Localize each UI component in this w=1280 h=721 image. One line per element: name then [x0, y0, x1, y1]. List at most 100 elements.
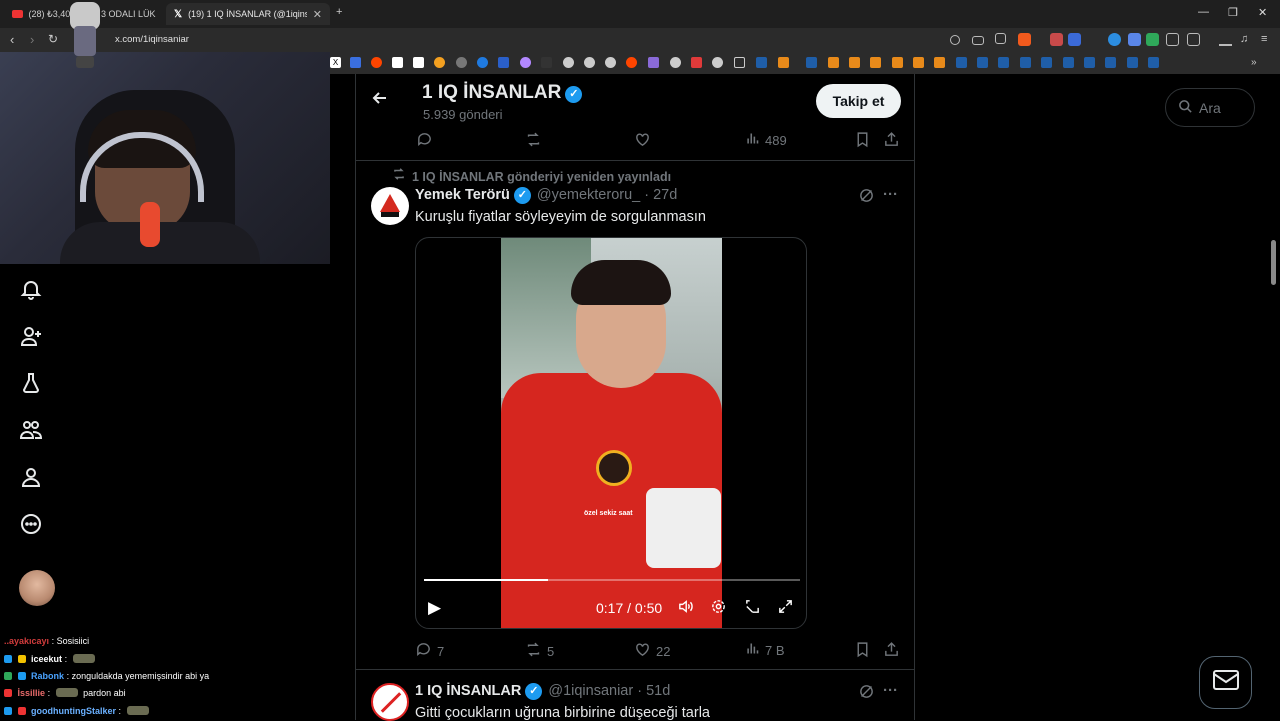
fullscreen-icon[interactable] [777, 598, 794, 619]
bookmark-steam-icon[interactable] [956, 57, 967, 68]
grok-icon[interactable] [858, 187, 875, 208]
bookmark-icon[interactable] [778, 57, 789, 68]
follow-user-icon[interactable] [19, 324, 43, 348]
repost-icon[interactable] [525, 131, 542, 152]
sidebar-icon[interactable] [1187, 33, 1200, 46]
extension-icon[interactable] [1068, 33, 1081, 46]
extension-icon[interactable] [1050, 33, 1063, 46]
video-player[interactable]: özel sekiz saat ▶ 0:17 / 0:50 [415, 237, 807, 629]
bookmark-steam-icon[interactable] [1063, 57, 1074, 68]
more-bookmarks-icon[interactable]: » [1251, 57, 1262, 68]
play-icon[interactable]: ▶ [428, 598, 441, 618]
bookmark-steam-icon[interactable] [1105, 57, 1116, 68]
address-bar[interactable]: x.com/1iqinsaniar [115, 34, 189, 45]
puzzle-icon[interactable] [1166, 33, 1179, 46]
tweet-author-handle[interactable]: @1iqinsaniar · 51d [548, 683, 670, 699]
bookmark-folder-icon[interactable] [734, 57, 745, 68]
bookmark-steam-icon[interactable] [1041, 57, 1052, 68]
bookmark-icon[interactable] [477, 57, 488, 68]
bookmark-icon[interactable] [392, 57, 403, 68]
tweet-author-handle[interactable]: @yemekteroru_ · 27d [537, 187, 677, 203]
bookmark-icon[interactable] [870, 57, 881, 68]
back-arrow-icon[interactable] [370, 88, 390, 114]
settings-gear-icon[interactable] [710, 598, 727, 619]
more-options-icon[interactable]: ··· [883, 682, 898, 699]
reply-button[interactable]: 7 [415, 641, 444, 662]
bookmark-icon[interactable] [855, 131, 870, 152]
tweet-author-name[interactable]: 1 IQ İNSANLAR [415, 683, 521, 699]
reload-icon[interactable]: ↻ [48, 32, 58, 46]
minimize-button[interactable]: — [1198, 6, 1209, 18]
tweet-author-name[interactable]: Yemek Terörü [415, 187, 510, 203]
share-icon[interactable] [883, 131, 900, 152]
share-icon[interactable] [995, 33, 1006, 44]
bookmark-icon[interactable] [584, 57, 595, 68]
bookmark-icon[interactable] [712, 57, 723, 68]
brave-shield-icon[interactable] [1018, 33, 1031, 46]
bookmark-steam-icon[interactable] [806, 57, 817, 68]
share-icon[interactable] [883, 641, 900, 662]
bookmark-icon[interactable] [913, 57, 924, 68]
bookmark-icon[interactable] [434, 57, 445, 68]
zoom-icon[interactable] [950, 35, 960, 45]
like-button[interactable]: 22 [634, 641, 670, 662]
bookmark-icon[interactable] [563, 57, 574, 68]
forward-button[interactable]: › [30, 32, 34, 47]
bookmark-steam-icon[interactable] [1127, 57, 1138, 68]
grok-icon[interactable] [858, 683, 875, 704]
video-progress-bar[interactable] [424, 579, 800, 581]
bookmark-steam-icon[interactable] [1020, 57, 1031, 68]
bookmark-icon[interactable] [626, 57, 637, 68]
reply-icon[interactable] [416, 131, 433, 152]
extension-icon[interactable] [1128, 33, 1141, 46]
bookmark-icon[interactable] [498, 57, 509, 68]
bookmark-icon[interactable] [828, 57, 839, 68]
bookmark-icon[interactable] [892, 57, 903, 68]
grok-flask-icon[interactable] [19, 371, 43, 395]
bookmark-x-icon[interactable]: X [330, 57, 341, 68]
bookmark-steam-icon[interactable] [977, 57, 988, 68]
bookmark-icon[interactable] [541, 57, 552, 68]
account-avatar[interactable] [19, 570, 55, 606]
bookmark-icon[interactable] [648, 57, 659, 68]
bookmark-icon[interactable] [855, 641, 870, 662]
messages-button[interactable] [1199, 656, 1252, 709]
media-icon[interactable]: ♫ [1240, 33, 1253, 46]
views-count[interactable]: 489 [745, 131, 787, 150]
extension-icon[interactable] [1108, 33, 1121, 46]
close-tab-icon[interactable]: ✕ [313, 8, 322, 21]
more-options-icon[interactable]: ··· [883, 186, 898, 203]
bookmark-steam-icon[interactable] [1084, 57, 1095, 68]
maximize-button[interactable]: ❐ [1228, 6, 1238, 19]
bookmark-steam-icon[interactable] [998, 57, 1009, 68]
bookmark-steam-icon[interactable] [1148, 57, 1159, 68]
bookmark-icon[interactable] [350, 57, 361, 68]
bookmark-icon[interactable] [456, 57, 467, 68]
menu-icon[interactable]: ≡ [1261, 33, 1274, 46]
browser-tab-2[interactable]: 𝕏 (19) 1 IQ İNSANLAR (@1iqinsan... ✕ [166, 3, 330, 25]
follow-button[interactable]: Takip et [816, 84, 901, 118]
bookmark-reddit-icon[interactable] [371, 57, 382, 68]
bookmark-icon[interactable] [691, 57, 702, 68]
like-icon[interactable] [634, 131, 651, 152]
bell-icon[interactable] [19, 277, 43, 301]
communities-icon[interactable] [19, 418, 43, 442]
new-tab-button[interactable]: + [336, 6, 342, 18]
repost-button[interactable]: 5 [525, 641, 554, 662]
extension-icon[interactable] [1146, 33, 1159, 46]
bookmark-icon[interactable] [934, 57, 945, 68]
views-count[interactable]: 7 B [745, 641, 785, 660]
more-options-icon[interactable] [19, 512, 43, 536]
close-window-button[interactable]: ✕ [1258, 6, 1267, 19]
profile-icon[interactable] [19, 465, 43, 489]
download-icon[interactable] [1219, 33, 1232, 46]
bookmark-icon[interactable] [605, 57, 616, 68]
tweet-author-avatar[interactable] [371, 187, 409, 225]
picture-in-picture-icon[interactable] [744, 598, 761, 619]
bookmark-icon[interactable] [849, 57, 860, 68]
bookmark-steam-icon[interactable] [756, 57, 767, 68]
bookmark-icon[interactable] [670, 57, 681, 68]
volume-icon[interactable] [677, 598, 694, 619]
search-input[interactable]: Ara [1165, 88, 1255, 127]
bookmark-icon[interactable] [520, 57, 531, 68]
